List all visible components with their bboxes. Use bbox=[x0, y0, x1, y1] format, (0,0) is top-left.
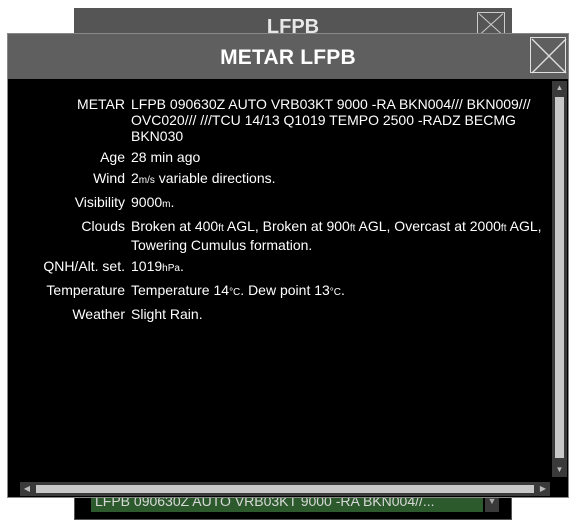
value-text: 9000 bbox=[131, 194, 163, 210]
metar-row-value: Temperature 14°C. Dew point 13°C. bbox=[131, 282, 546, 306]
metar-row-label: QNH/Alt. set. bbox=[43, 258, 125, 274]
value-text: Slight Rain. bbox=[131, 306, 203, 322]
value-text: Broken at 400 bbox=[131, 218, 219, 234]
scroll-up-arrow-icon[interactable]: ▲ bbox=[552, 81, 567, 95]
value-text: 2 bbox=[131, 170, 139, 186]
metar-row-value: Broken at 400ft AGL, Broken at 900ft AGL… bbox=[131, 218, 546, 258]
horizontal-scrollbar[interactable]: ◀ ▶ bbox=[20, 482, 550, 496]
value-text: . Dew point 13 bbox=[240, 282, 330, 298]
value-text: AGL, Overcast at 2000 bbox=[355, 218, 501, 234]
metar-row-value: 2m/s variable directions. bbox=[131, 170, 546, 194]
metar-row: QNH/Alt. set. 1019hPa. bbox=[8, 258, 546, 282]
horizontal-scroll-thumb[interactable] bbox=[36, 485, 534, 493]
value-text: LFPB 090630Z AUTO VRB03KT 9000 -RA BKN00… bbox=[131, 96, 531, 144]
unit-label: °C bbox=[229, 287, 241, 298]
value-text: . bbox=[170, 194, 175, 210]
metar-row-label: Temperature bbox=[46, 282, 125, 298]
metar-row: Temperature Temperature 14°C. Dew point 1… bbox=[8, 282, 546, 306]
metar-row-value: 9000m. bbox=[131, 194, 546, 218]
value-text: Temperature 14 bbox=[131, 282, 230, 298]
value-text: AGL, Broken at 900 bbox=[223, 218, 350, 234]
dialog-title-bar[interactable]: METAR LFPB bbox=[8, 34, 568, 79]
scroll-down-arrow-icon[interactable]: ▼ bbox=[552, 463, 567, 477]
value-text: . bbox=[341, 282, 345, 298]
metar-row-value: 1019hPa. bbox=[131, 258, 546, 282]
value-text: 1019 bbox=[131, 258, 163, 274]
metar-row: Visibility 9000m. bbox=[8, 194, 546, 218]
metar-row-label: Weather bbox=[72, 306, 125, 322]
metar-row: Age 28 min ago bbox=[8, 149, 546, 170]
metar-dialog: METAR LFPB METAR LFPB 090630Z AUTO VRB03K… bbox=[7, 33, 569, 498]
metar-row-value: Slight Rain. bbox=[131, 306, 546, 327]
value-text: . bbox=[179, 258, 184, 274]
scroll-right-arrow-icon[interactable]: ▶ bbox=[536, 482, 550, 496]
metar-content: METAR LFPB 090630Z AUTO VRB03KT 9000 -RA … bbox=[8, 79, 550, 479]
unit-label: °C bbox=[329, 287, 342, 298]
metar-row: Clouds Broken at 400ft AGL, Broken at 900… bbox=[8, 218, 546, 258]
dialog-title: METAR LFPB bbox=[220, 46, 356, 69]
value-text: variable directions. bbox=[154, 170, 276, 186]
unit-label: m/s bbox=[138, 175, 155, 186]
unit-label: m bbox=[162, 199, 171, 210]
metar-row-label: Age bbox=[100, 149, 125, 165]
scroll-left-arrow-icon[interactable]: ◀ bbox=[20, 482, 34, 496]
vertical-scroll-thumb[interactable] bbox=[555, 97, 564, 458]
value-text: 28 min ago bbox=[131, 149, 201, 165]
metar-row: Weather Slight Rain. bbox=[8, 306, 546, 327]
close-icon[interactable] bbox=[530, 37, 567, 74]
metar-row: Wind 2m/s variable directions. bbox=[8, 170, 546, 194]
metar-row-label: METAR bbox=[77, 96, 125, 112]
metar-row-value: LFPB 090630Z AUTO VRB03KT 9000 -RA BKN00… bbox=[131, 96, 546, 149]
metar-row-value: 28 min ago bbox=[131, 149, 546, 170]
metar-row: METAR LFPB 090630Z AUTO VRB03KT 9000 -RA … bbox=[8, 96, 546, 149]
metar-row-label: Wind bbox=[93, 170, 125, 186]
metar-row-label: Clouds bbox=[81, 218, 125, 234]
vertical-scrollbar[interactable]: ▲ ▼ bbox=[552, 81, 567, 477]
unit-label: hPa bbox=[162, 263, 180, 274]
metar-table: METAR LFPB 090630Z AUTO VRB03KT 9000 -RA … bbox=[8, 96, 546, 327]
metar-row-label: Visibility bbox=[74, 194, 125, 210]
